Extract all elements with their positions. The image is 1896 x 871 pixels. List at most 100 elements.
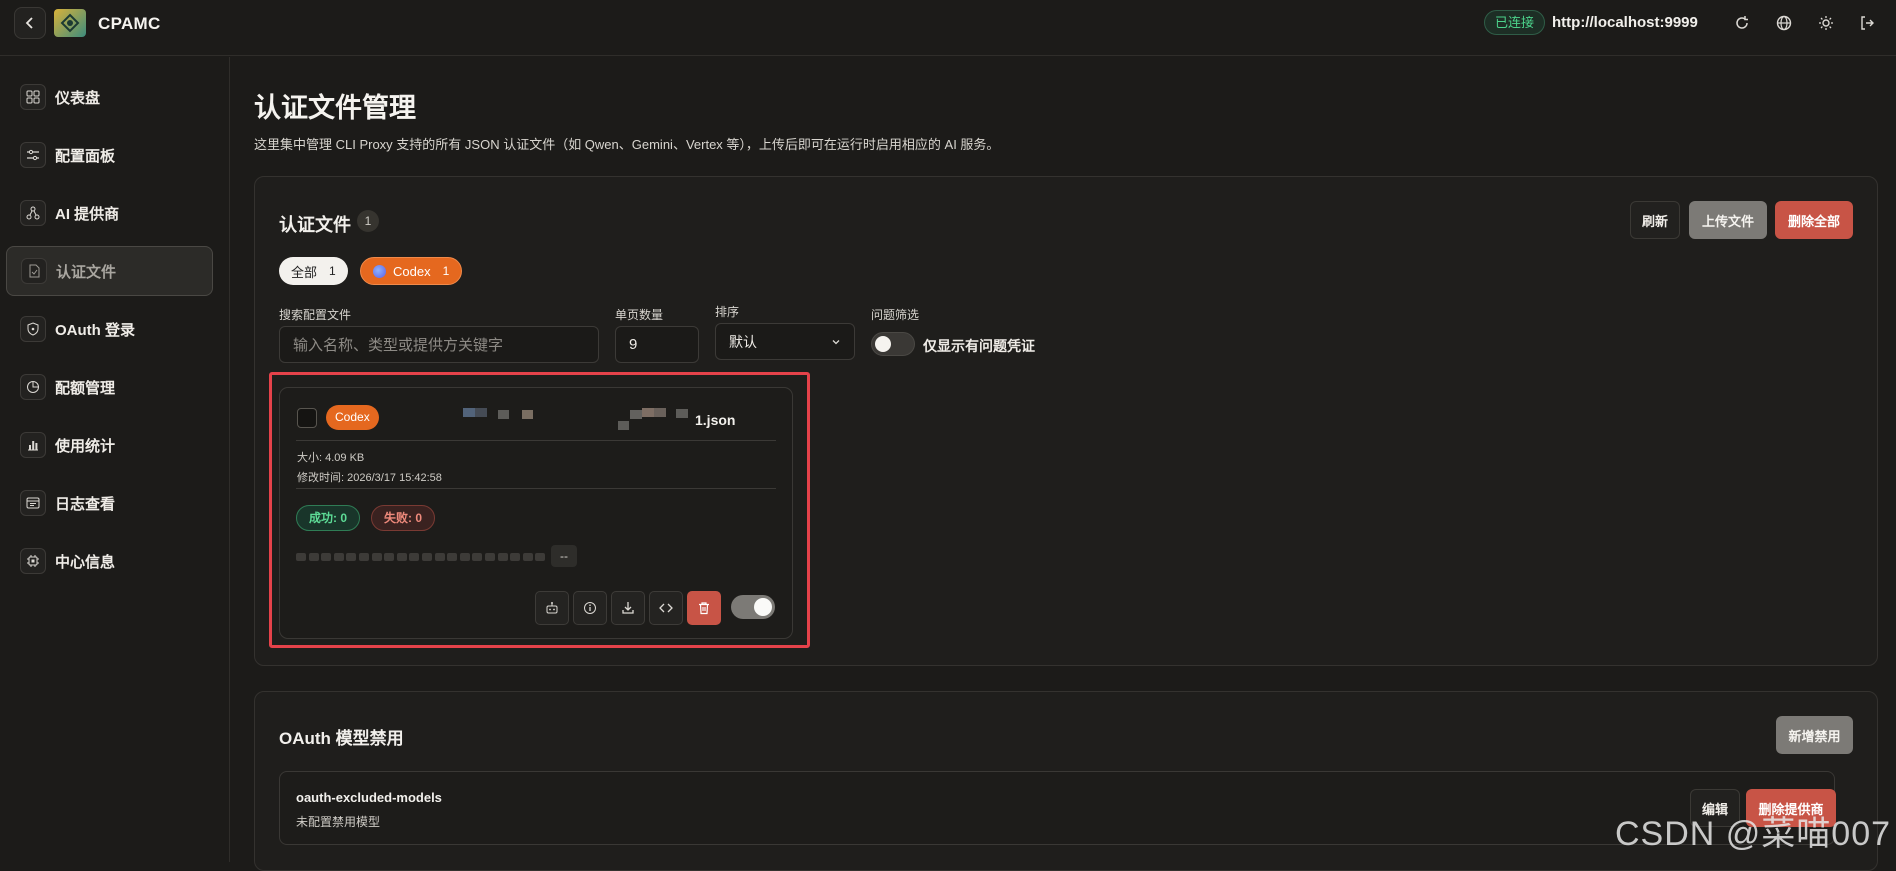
status-history-segment [485,553,495,561]
add-exclusion-button[interactable]: 新增禁用 [1776,716,1853,754]
problem-filter-toggle-label: 仅显示有问题凭证 [923,338,1035,354]
auth-file-card: Codex 1.json 大小: 4.09 KB 修改时间: 2026/3/17… [279,387,793,639]
sliders-icon [20,142,46,168]
redacted-block [654,408,666,417]
sidebar: 仪表盘 配置面板 AI 提供商 认证文件 OAuth 登录 配额管理 使用统计 … [0,57,230,862]
status-history-segment [510,553,521,561]
cpu-icon [20,548,46,574]
status-history-segment [333,553,344,561]
app-logo [54,9,86,37]
logout-button[interactable] [1856,12,1878,34]
problem-filter-label: 问题筛选 [871,308,920,322]
file-enabled-toggle[interactable] [731,595,775,619]
sidebar-item-label: 认证文件 [56,263,117,281]
back-button[interactable] [14,7,46,39]
top-bar: CPAMC 已连接 http://localhost:9999 [0,0,1896,56]
toggle-knob [754,598,772,616]
sidebar-item-label: 使用统计 [55,437,116,455]
file-select-checkbox[interactable] [297,408,317,428]
watermark: CSDN @菜喵007 [1615,815,1892,853]
page-title: 认证文件管理 [254,93,416,123]
dashboard-icon [20,84,46,110]
globe-icon [1776,15,1792,31]
bar-chart-icon [20,432,46,458]
sidebar-item-dashboard[interactable]: 仪表盘 [6,72,213,122]
sun-icon [1819,16,1833,30]
sidebar-item-label: OAuth 登录 [55,321,135,339]
status-history-segment [522,553,533,561]
refresh-icon [1736,16,1748,29]
network-icon [20,200,46,226]
status-history-segment [409,553,420,561]
trash-icon [699,602,709,615]
upload-file-button[interactable]: 上传文件 [1689,201,1767,239]
divider [296,440,776,441]
logout-icon [1861,16,1874,30]
info-icon [584,602,596,614]
file-check-icon [21,258,47,284]
redacted-block [475,408,487,417]
problem-filter-toggle[interactable] [871,332,915,356]
excluded-model-item: oauth-excluded-models 未配置禁用模型 编辑 删除提供商 [279,771,1836,845]
back-icon [25,17,33,29]
refresh-button[interactable] [1731,12,1753,34]
status-history-segment [422,553,432,561]
sidebar-item-auth-files[interactable]: 认证文件 [6,246,213,296]
filter-chip-count: 1 [442,264,450,278]
refresh-files-button[interactable]: 刷新 [1630,201,1680,239]
language-button[interactable] [1773,12,1795,34]
bot-icon [546,602,558,614]
sort-value: 默认 [729,333,757,350]
sort-label: 排序 [715,305,740,319]
status-history-segment [384,553,395,561]
sidebar-item-quota[interactable]: 配额管理 [6,362,213,412]
sidebar-item-usage-stats[interactable]: 使用统计 [6,420,213,470]
filter-chip-codex[interactable]: Codex 1 [360,257,463,285]
search-input[interactable]: 输入名称、类型或提供方关键字 [279,326,599,363]
test-model-button[interactable] [535,591,569,625]
sidebar-item-config[interactable]: 配置面板 [6,130,213,180]
status-history-segment [321,553,332,561]
sidebar-item-center-info[interactable]: 中心信息 [6,536,213,586]
sidebar-item-oauth-login[interactable]: OAuth 登录 [6,304,213,354]
sidebar-item-ai-providers[interactable]: AI 提供商 [6,188,213,238]
redacted-block [618,421,629,430]
redacted-block [676,409,688,418]
filter-chip-label: Codex [393,263,431,279]
status-history-segment [308,553,319,561]
file-name: 1.json [695,412,736,428]
delete-file-button[interactable] [687,591,721,625]
download-file-button[interactable] [611,591,645,625]
file-info-button[interactable] [573,591,607,625]
sidebar-item-label: AI 提供商 [55,205,120,223]
auth-files-count: 1 [357,210,379,232]
status-history-segment [497,553,508,561]
divider [296,488,776,489]
status-history-segment [359,553,369,561]
status-history-segment [346,553,357,561]
filter-chip-all[interactable]: 全部 1 [279,257,348,285]
page-description: 这里集中管理 CLI Proxy 支持的所有 JSON 认证文件（如 Qwen、… [254,137,1000,152]
status-history-segment [434,553,445,561]
pie-chart-icon [20,374,46,400]
code-icon [659,603,673,613]
codex-icon [373,264,386,278]
file-type-badge: Codex [326,405,379,430]
sidebar-item-logs[interactable]: 日志查看 [6,478,213,528]
view-source-button[interactable] [649,591,683,625]
redacted-block [498,410,509,419]
shield-icon [20,316,46,342]
redacted-block [522,410,533,419]
status-history-tag: -- [551,545,577,567]
search-label: 搜索配置文件 [279,308,352,322]
delete-all-button[interactable]: 删除全部 [1775,201,1853,239]
filter-chip-count: 1 [329,264,336,278]
page-size-input[interactable]: 9 [615,326,699,363]
status-history-segment [472,553,483,561]
sidebar-item-label: 仪表盘 [55,89,101,107]
status-history-segment [447,553,458,561]
sort-select[interactable]: 默认 [715,323,855,360]
theme-toggle-button[interactable] [1815,12,1837,34]
auth-files-title: 认证文件 [279,215,351,235]
excluded-model-name: oauth-excluded-models [296,790,442,805]
